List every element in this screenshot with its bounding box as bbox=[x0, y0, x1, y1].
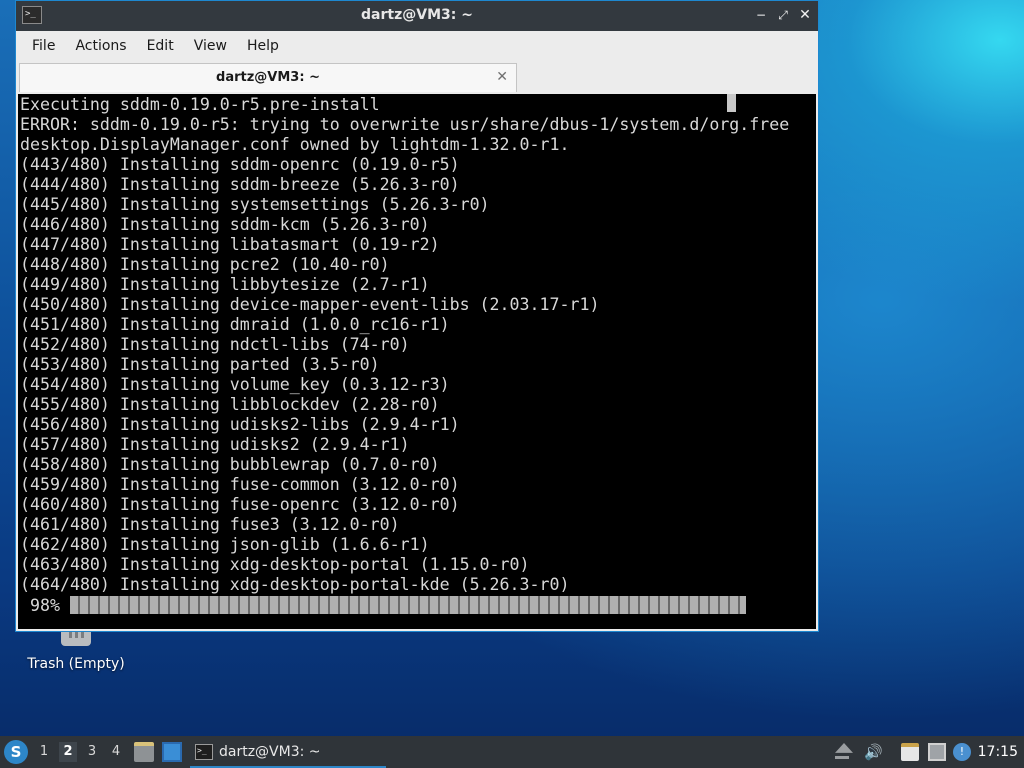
workspace-4[interactable]: 4 bbox=[107, 742, 125, 762]
terminal-line: (455/480) Installing libblockdev (2.28-r… bbox=[20, 395, 440, 414]
terminal-line: (450/480) Installing device-mapper-event… bbox=[20, 295, 600, 314]
start-menu-icon[interactable]: S bbox=[4, 740, 28, 764]
clipboard-icon[interactable] bbox=[901, 743, 919, 761]
menu-view[interactable]: View bbox=[184, 31, 237, 61]
terminal-task-icon: >_ bbox=[195, 744, 213, 760]
terminal-window: >_ dartz@VM3: ~ − ⤢ ✕ File Actions Edit … bbox=[15, 0, 819, 632]
menu-file[interactable]: File bbox=[22, 31, 65, 61]
window-title: dartz@VM3: ~ bbox=[361, 7, 473, 23]
terminal-line: desktop.DisplayManager.conf owned by lig… bbox=[20, 135, 570, 154]
tab-title: dartz@VM3: ~ bbox=[216, 70, 320, 85]
tab-bar: dartz@VM3: ~ ✕ bbox=[16, 61, 818, 94]
terminal-line: ERROR: sddm-0.19.0-r5: trying to overwri… bbox=[20, 115, 790, 134]
trash-label: Trash (Empty) bbox=[27, 656, 125, 672]
terminal-line: (447/480) Installing libatasmart (0.19-r… bbox=[20, 235, 440, 254]
terminal-line: (463/480) Installing xdg-desktop-portal … bbox=[20, 555, 530, 574]
terminal-output[interactable]: Executing sddm-0.19.0-r5.pre-install ERRO… bbox=[18, 94, 816, 629]
window-titlebar[interactable]: >_ dartz@VM3: ~ − ⤢ ✕ bbox=[16, 1, 818, 31]
terminal-cursor bbox=[727, 94, 736, 112]
terminal-line: (452/480) Installing ndctl-libs (74-r0) bbox=[20, 335, 410, 354]
file-manager-icon[interactable] bbox=[134, 742, 154, 762]
terminal-line: (449/480) Installing libbytesize (2.7-r1… bbox=[20, 275, 430, 294]
menu-edit[interactable]: Edit bbox=[137, 31, 184, 61]
terminal-line: (446/480) Installing sddm-kcm (5.26.3-r0… bbox=[20, 215, 430, 234]
terminal-line: (448/480) Installing pcre2 (10.40-r0) bbox=[20, 255, 390, 274]
terminal-line: (459/480) Installing fuse-common (3.12.0… bbox=[20, 475, 460, 494]
workspace-1[interactable]: 1 bbox=[35, 742, 53, 762]
clock[interactable]: 17:15 bbox=[978, 744, 1018, 760]
terminal-tab[interactable]: dartz@VM3: ~ ✕ bbox=[19, 63, 517, 92]
terminal-line: (454/480) Installing volume_key (0.3.12-… bbox=[20, 375, 450, 394]
progress-fill bbox=[70, 596, 747, 614]
network-icon[interactable] bbox=[928, 743, 946, 761]
terminal-line: (444/480) Installing sddm-breeze (5.26.3… bbox=[20, 175, 460, 194]
terminal-line: (456/480) Installing udisks2-libs (2.9.4… bbox=[20, 415, 460, 434]
terminal-line: (464/480) Installing xdg-desktop-portal-… bbox=[20, 575, 570, 594]
taskbar: S 1 2 3 4 >_ dartz@VM3: ~ 🔊 ! 17:15 bbox=[0, 736, 1024, 768]
terminal-line: (460/480) Installing fuse-openrc (3.12.0… bbox=[20, 495, 460, 514]
menubar: File Actions Edit View Help bbox=[16, 31, 818, 61]
progress-track bbox=[70, 596, 760, 614]
terminal-line: (458/480) Installing bubblewrap (0.7.0-r… bbox=[20, 455, 440, 474]
terminal-line: (457/480) Installing udisks2 (2.9.4-r1) bbox=[20, 435, 410, 454]
terminal-line: (443/480) Installing sddm-openrc (0.19.0… bbox=[20, 155, 460, 174]
workspace-3[interactable]: 3 bbox=[83, 742, 101, 762]
show-desktop-icon[interactable] bbox=[162, 742, 182, 762]
task-label: dartz@VM3: ~ bbox=[219, 744, 321, 760]
terminal-line: (461/480) Installing fuse3 (3.12.0-r0) bbox=[20, 515, 400, 534]
terminal-line: (451/480) Installing dmraid (1.0.0_rc16-… bbox=[20, 315, 450, 334]
desktop-trash[interactable]: Trash (Empty) bbox=[24, 624, 128, 680]
terminal-line: Executing sddm-0.19.0-r5.pre-install bbox=[20, 95, 380, 114]
eject-bar bbox=[835, 756, 849, 759]
volume-icon[interactable]: 🔊 bbox=[864, 743, 883, 761]
maximize-button[interactable]: ⤢ bbox=[776, 7, 790, 23]
menu-help[interactable]: Help bbox=[237, 31, 289, 61]
terminal-line: (445/480) Installing systemsettings (5.2… bbox=[20, 195, 490, 214]
minimize-button[interactable]: − bbox=[754, 7, 768, 23]
install-progress: 98% bbox=[20, 94, 816, 615]
notification-icon[interactable]: ! bbox=[953, 743, 971, 761]
progress-percent: 98% bbox=[20, 595, 60, 615]
terminal-line: (462/480) Installing json-glib (1.6.6-r1… bbox=[20, 535, 430, 554]
workspace-2[interactable]: 2 bbox=[59, 742, 77, 762]
tab-close-icon[interactable]: ✕ bbox=[496, 69, 508, 85]
menu-actions[interactable]: Actions bbox=[65, 31, 136, 61]
close-button[interactable]: ✕ bbox=[798, 7, 812, 23]
terminal-line: (453/480) Installing parted (3.5-r0) bbox=[20, 355, 380, 374]
taskbar-terminal-task[interactable]: >_ dartz@VM3: ~ bbox=[190, 738, 386, 768]
